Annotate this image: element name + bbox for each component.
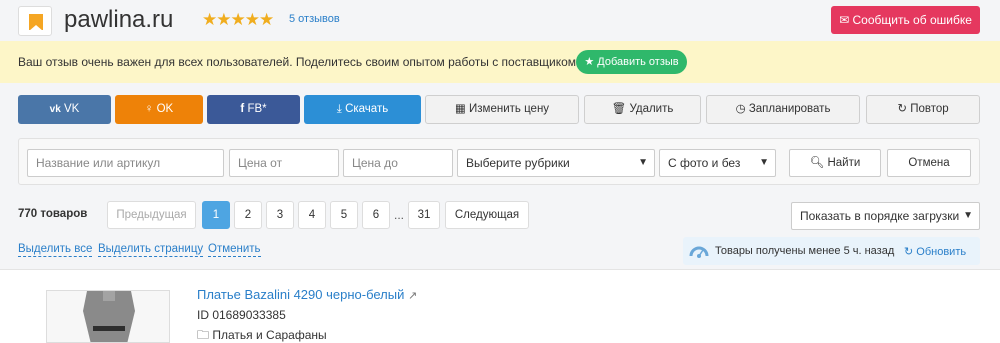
refresh-link[interactable]: ↻ Обновить — [904, 245, 966, 258]
refresh-label: Обновить — [916, 246, 967, 258]
review-notice: Ваш отзыв очень важен для всех пользоват… — [0, 41, 1000, 83]
chevron-down-icon: ▼ — [638, 157, 648, 168]
search-name-input[interactable]: Название или артикул — [27, 149, 224, 177]
share-ok-button[interactable]: ♀ OK — [115, 95, 203, 124]
facebook-icon: f — [240, 103, 245, 115]
gauge-icon — [689, 246, 709, 258]
status-text: Товары получены менее 5 ч. назад — [715, 245, 894, 257]
share-fb-label: FB* — [247, 103, 267, 115]
vk-icon: vk — [49, 104, 61, 115]
photo-select-value: С фото и без — [668, 156, 741, 170]
page-5[interactable]: 5 — [330, 201, 358, 229]
refresh-icon: ↻ — [897, 103, 907, 115]
add-review-label: Добавить отзыв — [597, 56, 679, 68]
product-count: 770 товаров — [18, 208, 88, 220]
delete-button[interactable]: 🗑 Удалить — [584, 95, 701, 124]
product-category-label: Платья и Сарафаны — [212, 328, 327, 342]
schedule-label: Запланировать — [748, 103, 831, 115]
add-review-button[interactable]: ★ Добавить отзыв — [576, 50, 687, 74]
product-title: Платье Bazalini 4290 черно-белый — [197, 287, 405, 302]
price-to-input[interactable]: Цена до — [343, 149, 453, 177]
price-from-input[interactable]: Цена от — [229, 149, 339, 177]
rubric-select-value: Выберите рубрики — [466, 156, 570, 170]
change-price-button[interactable]: ▦ Изменить цену — [425, 95, 579, 124]
prev-page-button[interactable]: Предыдущая — [107, 201, 196, 229]
page-2[interactable]: 2 — [234, 201, 262, 229]
filter-panel: Название или артикул Цена от Цена до Выб… — [18, 138, 980, 185]
change-price-label: Изменить цену — [469, 103, 550, 115]
share-fb-button[interactable]: f FB* — [207, 95, 300, 124]
page-6[interactable]: 6 — [362, 201, 390, 229]
reviews-link[interactable]: 5 отзывов — [289, 13, 340, 25]
share-vk-label: VK — [63, 103, 80, 115]
ok-icon: ♀ — [144, 103, 154, 115]
notice-text: Ваш отзыв очень важен для всех пользоват… — [18, 55, 580, 69]
external-link-icon: ↗ — [408, 290, 418, 302]
repeat-button[interactable]: ↻ Повтор — [866, 95, 980, 124]
rubric-select[interactable]: Выберите рубрики ▼ — [457, 149, 655, 177]
page-ellipsis: ... — [394, 208, 405, 222]
trash-icon: 🗑 — [611, 103, 627, 115]
chevron-down-icon: ▼ — [759, 157, 769, 168]
report-error-label: Сообщить об ошибке — [852, 13, 972, 27]
dress-image — [47, 291, 169, 342]
sort-select-value: Показать в порядке загрузки — [800, 209, 960, 223]
freshness-status: Товары получены менее 5 ч. назад ↻ Обнов… — [683, 237, 980, 265]
select-page-link[interactable]: Выделить страницу — [98, 243, 204, 257]
chevron-down-icon: ▼ — [963, 210, 973, 221]
page-31[interactable]: 31 — [408, 201, 440, 229]
product-row: Платье Bazalini 4290 черно-белый ↗ ID 01… — [0, 270, 1000, 343]
select-all-link[interactable]: Выделить все — [18, 243, 93, 257]
product-category: 🗀 Платья и Сарафаны — [197, 326, 327, 343]
site-title: pawlina.ru — [64, 6, 174, 33]
sort-select[interactable]: Показать в порядке загрузки ▼ — [791, 202, 980, 230]
star-rating-icon: ★★★★★ — [202, 10, 274, 30]
product-thumbnail[interactable] — [46, 290, 170, 343]
schedule-button[interactable]: ◷ Запланировать — [706, 95, 860, 124]
product-title-link[interactable]: Платье Bazalini 4290 черно-белый ↗ — [197, 287, 417, 302]
folder-icon: 🗀 — [197, 328, 210, 342]
page-1[interactable]: 1 — [202, 201, 230, 229]
share-ok-label: OK — [156, 103, 174, 115]
page-3[interactable]: 3 — [266, 201, 294, 229]
rating-stars: ★★★★★ — [202, 10, 274, 30]
refresh-icon: ↻ — [904, 246, 914, 258]
star-icon: ★ — [584, 56, 595, 68]
status-age: менее 5 ч. назад — [808, 245, 895, 257]
download-button[interactable]: ⤓ Скачать — [304, 95, 421, 124]
calculator-icon: ▦ — [454, 103, 466, 115]
deselect-link[interactable]: Отменить — [208, 243, 261, 257]
search-button[interactable]: 🔍︎ Найти — [789, 149, 881, 177]
envelope-icon: ✉ — [839, 13, 850, 27]
search-button-label: Найти — [827, 157, 861, 169]
bookmark-icon[interactable] — [18, 6, 52, 36]
cancel-filter-button[interactable]: Отмена — [887, 149, 971, 177]
delete-label: Удалить — [629, 103, 674, 115]
header: pawlina.ru ★★★★★ 5 отзывов ✉ Сообщить об… — [0, 0, 1000, 40]
share-vk-button[interactable]: vk VK — [18, 95, 111, 124]
product-id: ID 01689033385 — [197, 308, 286, 322]
search-icon: 🔍︎ — [809, 157, 825, 169]
next-page-button[interactable]: Следующая — [445, 201, 529, 229]
photo-select[interactable]: С фото и без ▼ — [659, 149, 776, 177]
clock-icon: ◷ — [735, 103, 746, 115]
download-label: Скачать — [345, 103, 389, 115]
page-4[interactable]: 4 — [298, 201, 326, 229]
repeat-label: Повтор — [910, 103, 949, 115]
status-prefix: Товары получены — [715, 245, 806, 257]
report-error-button[interactable]: ✉ Сообщить об ошибке — [831, 6, 980, 34]
download-icon: ⤓ — [336, 103, 342, 115]
